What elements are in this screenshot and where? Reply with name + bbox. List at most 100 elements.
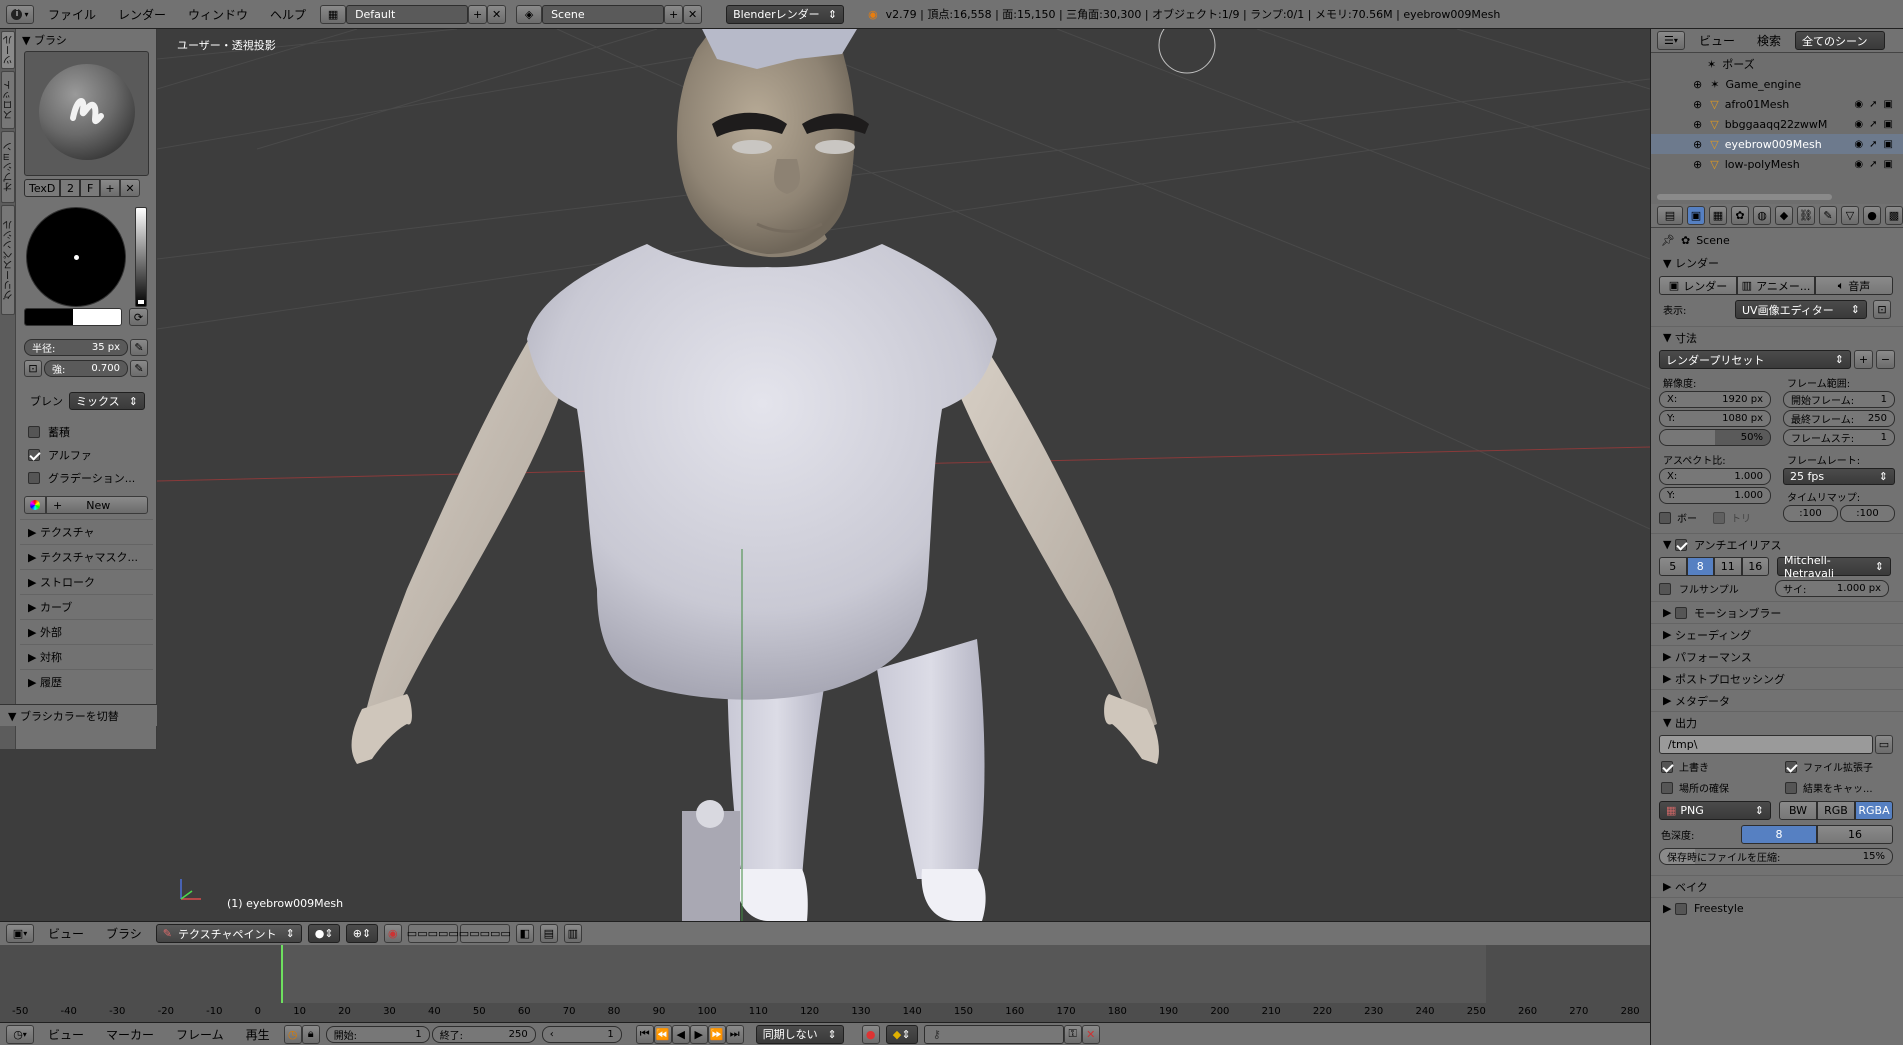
border-checkbox[interactable] (1659, 511, 1671, 524)
frame-step-field[interactable]: フレームステ: 1 (1783, 429, 1895, 446)
record-button[interactable]: ● (861, 1024, 880, 1044)
cache-result-checkbox[interactable] (1785, 781, 1797, 794)
display-mode-select[interactable]: 全てのシーン (1795, 31, 1886, 50)
layout-delete-button[interactable]: ✕ (487, 4, 507, 24)
palette-browse-button[interactable] (24, 496, 46, 514)
gradient-checkbox[interactable]: グラデーション... (28, 470, 135, 486)
editor-type-button[interactable]: ▤ (1657, 206, 1683, 225)
scene-add-button[interactable]: + (664, 4, 684, 24)
freestyle-checkbox[interactable] (1674, 902, 1687, 915)
3d-viewport[interactable]: ユーザー・透視投影 (1) eyebrow009Mesh (157, 29, 1650, 921)
strength-pressure-toggle[interactable]: ✎ (130, 360, 148, 377)
preset-add-button[interactable]: + (1854, 350, 1873, 369)
render-preset-select[interactable]: レンダープリセット ⇕ (1659, 350, 1851, 369)
tab-options[interactable]: オプション (1, 131, 15, 203)
scene-browse-button[interactable]: ◈ (516, 4, 543, 24)
tab-texture[interactable]: ▩ (1885, 206, 1903, 225)
layout-browse-button[interactable]: ▦ (320, 4, 347, 24)
render-audio-button[interactable]: 🔈︎ 音声 (1815, 276, 1893, 295)
play-button[interactable]: ▶ (689, 1024, 708, 1044)
editor-type-button[interactable]: ◷ ▾ (6, 1024, 34, 1044)
post-processing-panel-header[interactable]: ▶ ポストプロセッシング (1651, 667, 1903, 689)
tab-data[interactable]: ▽ (1841, 206, 1859, 225)
play-reverse-button[interactable]: ◀ (671, 1024, 690, 1044)
redo-panel[interactable]: ▼ ブラシカラーを切替 (0, 704, 157, 726)
restrict-icons[interactable]: ◉ ➚ ▣ (1854, 139, 1903, 150)
tab-constraints[interactable]: ⛓ (1797, 206, 1815, 225)
menu-search[interactable]: 検索 (1749, 32, 1789, 49)
menu-file[interactable]: ファイル (40, 6, 104, 23)
texture-users-field[interactable]: 2 (60, 179, 80, 197)
antialiasing-checkbox[interactable] (1674, 538, 1687, 551)
section-stroke[interactable]: ▶ ストローク (20, 569, 153, 594)
camera-icon[interactable]: ▣ (1884, 139, 1893, 150)
tab-slots[interactable]: スロット (1, 71, 15, 129)
aa-samples-5[interactable]: 5 (1659, 557, 1687, 576)
section-external[interactable]: ▶ 外部 (20, 619, 153, 644)
section-texture-mask[interactable]: ▶ テクスチャマスク... (20, 544, 153, 569)
jump-keyframe-back-button[interactable]: ⏪ (653, 1024, 672, 1044)
editor-type-button[interactable]: ☰ ▾ (1657, 31, 1685, 50)
aa-filter-select[interactable]: Mitchell-Netravali ⇕ (1777, 554, 1891, 580)
aa-samples-8[interactable]: 8 (1686, 557, 1714, 576)
menu-help[interactable]: ヘルプ (262, 6, 314, 23)
mode-select[interactable]: ✎ テクスチャペイント ⇕ (155, 924, 302, 943)
time-remap-new-field[interactable]: :100 (1840, 505, 1895, 522)
properties-editor[interactable]: ▤ ▣ ▦ ✿ ◍ ◆ ⛓ ✎ ▽ ● ▩ 📌︎ ✿ Scene ▼ レンダー … (1650, 204, 1903, 1045)
resolution-y-field[interactable]: Y: 1080 px (1659, 410, 1771, 427)
editor-type-button[interactable]: i ▾ (6, 4, 34, 24)
current-frame-field[interactable]: ‹ 1 (541, 1025, 622, 1043)
render-image-button[interactable]: ▤ (539, 924, 558, 943)
restrict-icons[interactable]: ◉ ➚ ▣ (1854, 119, 1903, 130)
metadata-panel-header[interactable]: ▶ メタデータ (1651, 689, 1903, 711)
section-history[interactable]: ▶ 履歴 (20, 669, 153, 694)
sync-mode-select[interactable]: 同期しない ⇕ (755, 1024, 844, 1044)
tab-grease-pencil[interactable]: グリースペンシル (1, 205, 15, 315)
end-frame-field[interactable]: 終了: 250 (431, 1025, 536, 1043)
output-panel-header[interactable]: ▼ 出力 (1651, 711, 1903, 733)
menu-window[interactable]: ウィンドウ (180, 6, 256, 23)
eye-icon[interactable]: ◉ (1854, 119, 1863, 130)
scene-delete-button[interactable]: ✕ (683, 4, 703, 24)
compression-field[interactable]: 保存時にファイルを圧縮: 15% (1659, 848, 1893, 865)
lock-interface-toggle[interactable]: ⊡ (1873, 300, 1891, 319)
pivot-select[interactable]: ⊕ ⇕ (345, 924, 378, 943)
crop-checkbox[interactable] (1713, 511, 1725, 524)
aspect-y-field[interactable]: Y: 1.000 (1659, 487, 1771, 504)
eye-icon[interactable]: ◉ (1854, 139, 1863, 150)
end-frame-field[interactable]: 最終フレーム: 250 (1783, 410, 1895, 427)
preview-range-toggle[interactable]: ◷ (283, 1024, 302, 1044)
primary-color-swatch[interactable] (25, 309, 73, 325)
menu-render[interactable]: レンダー (110, 6, 174, 23)
texture-add-button[interactable]: + (100, 179, 120, 197)
start-frame-field[interactable]: 開始フレーム: 1 (1783, 391, 1895, 408)
jump-end-button[interactable]: ⏭ (725, 1024, 744, 1044)
brush-panel-header[interactable]: ▼ ブラシ (16, 29, 156, 51)
restrict-icons[interactable]: ◉ ➚ ▣ (1854, 159, 1903, 170)
performance-panel-header[interactable]: ▶ パフォーマンス (1651, 645, 1903, 667)
outliner[interactable]: ☰ ▾ ビュー 検索 全てのシーン ✶ ポーズ ⊕ ✶ Game_engine ⊕ ▽ af… (1650, 29, 1903, 204)
cursor-icon[interactable]: ➚ (1869, 119, 1877, 130)
editor-type-button[interactable]: ▣ ▾ (6, 924, 34, 943)
radius-field[interactable]: 半径: 35 px (24, 339, 128, 356)
preset-remove-button[interactable]: − (1876, 350, 1895, 369)
layers-1[interactable]: ▭▭▭▭▭ (407, 924, 459, 943)
freestyle-panel-header[interactable]: ▶ Freestyle (1651, 897, 1903, 919)
texture-fake-user-button[interactable]: F (80, 179, 100, 197)
color-swatches[interactable] (24, 308, 122, 326)
display-select[interactable]: UV画像エディター ⇕ (1735, 300, 1867, 319)
outliner-item-eyebrow[interactable]: ⊕ ▽ eyebrow009Mesh ◉ ➚ ▣ (1651, 134, 1903, 154)
delete-keyframe-button[interactable]: ✕ (1081, 1024, 1100, 1044)
outliner-item-game-engine[interactable]: ⊕ ✶ Game_engine (1651, 74, 1903, 94)
dimensions-panel-header[interactable]: ▼ 寸法 (1651, 326, 1903, 348)
lock-range-toggle[interactable]: 🔒︎ (301, 1024, 320, 1044)
render-image-button[interactable]: ▣ レンダー (1659, 276, 1737, 295)
cursor-icon[interactable]: ➚ (1869, 139, 1877, 150)
timeline-editor[interactable]: -50 -40 -30 -20 -10 0 10 20 30 40 50 60 … (0, 945, 1650, 1022)
color-mode-rgb[interactable]: RGB (1817, 801, 1855, 820)
cursor-icon[interactable]: ➚ (1869, 99, 1877, 110)
viewport-shading-select[interactable]: ● ⇕ (307, 924, 340, 943)
output-browse-button[interactable]: ▭ (1875, 735, 1893, 754)
restrict-icons[interactable]: ◉ ➚ ▣ (1854, 99, 1903, 110)
keying-select[interactable]: ◆ ⇕ (885, 1024, 918, 1044)
